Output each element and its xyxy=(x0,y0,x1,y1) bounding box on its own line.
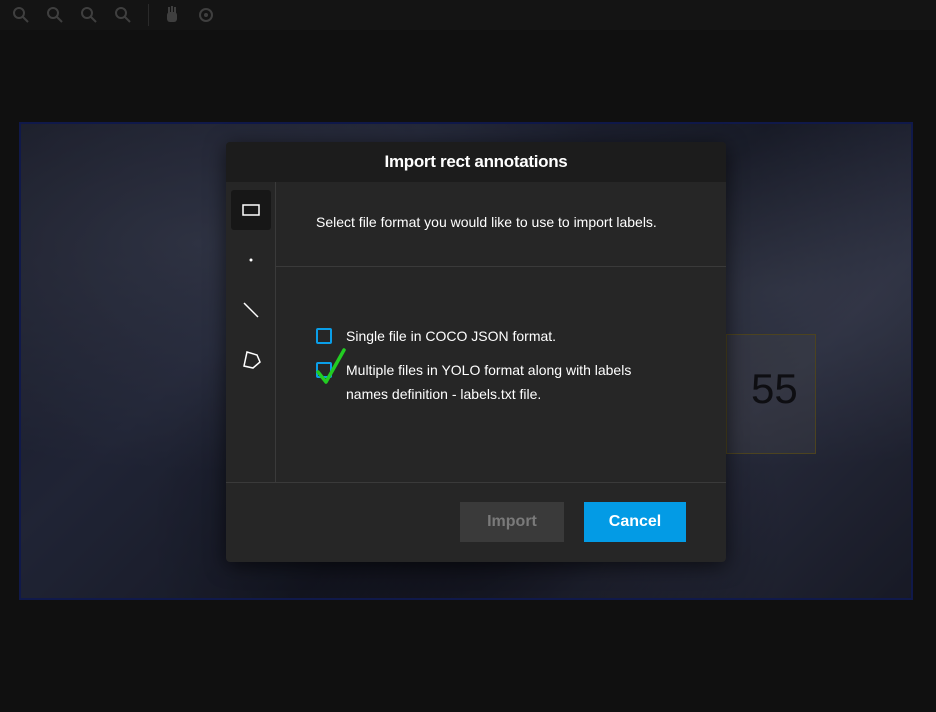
line-icon xyxy=(243,302,259,318)
import-button[interactable]: Import xyxy=(460,502,564,542)
cancel-button[interactable]: Cancel xyxy=(584,502,686,542)
dialog-title: Import rect annotations xyxy=(226,142,726,182)
option-yolo[interactable]: Multiple files in YOLO format along with… xyxy=(316,348,676,406)
line-tool-button[interactable] xyxy=(231,290,271,330)
import-dialog: Import rect annotations Select file form… xyxy=(226,142,726,562)
option-coco-label: Single file in COCO JSON format. xyxy=(346,328,557,344)
hand-icon[interactable] xyxy=(159,2,185,28)
point-tool-button[interactable] xyxy=(231,240,271,280)
polygon-icon xyxy=(243,351,261,369)
toolbar-separator xyxy=(148,4,149,26)
point-icon xyxy=(249,258,253,262)
dialog-content: Select file format you would like to use… xyxy=(276,182,726,482)
crosshair-icon[interactable] xyxy=(193,2,219,28)
check-icon xyxy=(316,348,346,384)
zoom-fit-icon[interactable] xyxy=(76,2,102,28)
yolo-checkbox[interactable] xyxy=(316,348,346,384)
content-divider xyxy=(276,266,726,267)
top-toolbar xyxy=(0,0,936,30)
zoom-max-icon[interactable] xyxy=(110,2,136,28)
option-yolo-label: Multiple files in YOLO format along with… xyxy=(346,362,632,402)
label-type-sidebar xyxy=(226,182,276,482)
polygon-tool-button[interactable] xyxy=(231,340,271,380)
rect-icon xyxy=(242,204,260,216)
footer-divider xyxy=(226,482,726,483)
zoom-in-icon[interactable] xyxy=(8,2,34,28)
option-coco[interactable]: Single file in COCO JSON format. xyxy=(316,324,676,348)
rect-tool-button[interactable] xyxy=(231,190,271,230)
dialog-description: Select file format you would like to use… xyxy=(316,214,657,230)
dialog-body: Select file format you would like to use… xyxy=(226,182,726,482)
coco-checkbox[interactable] xyxy=(316,328,332,344)
zoom-out-icon[interactable] xyxy=(42,2,68,28)
